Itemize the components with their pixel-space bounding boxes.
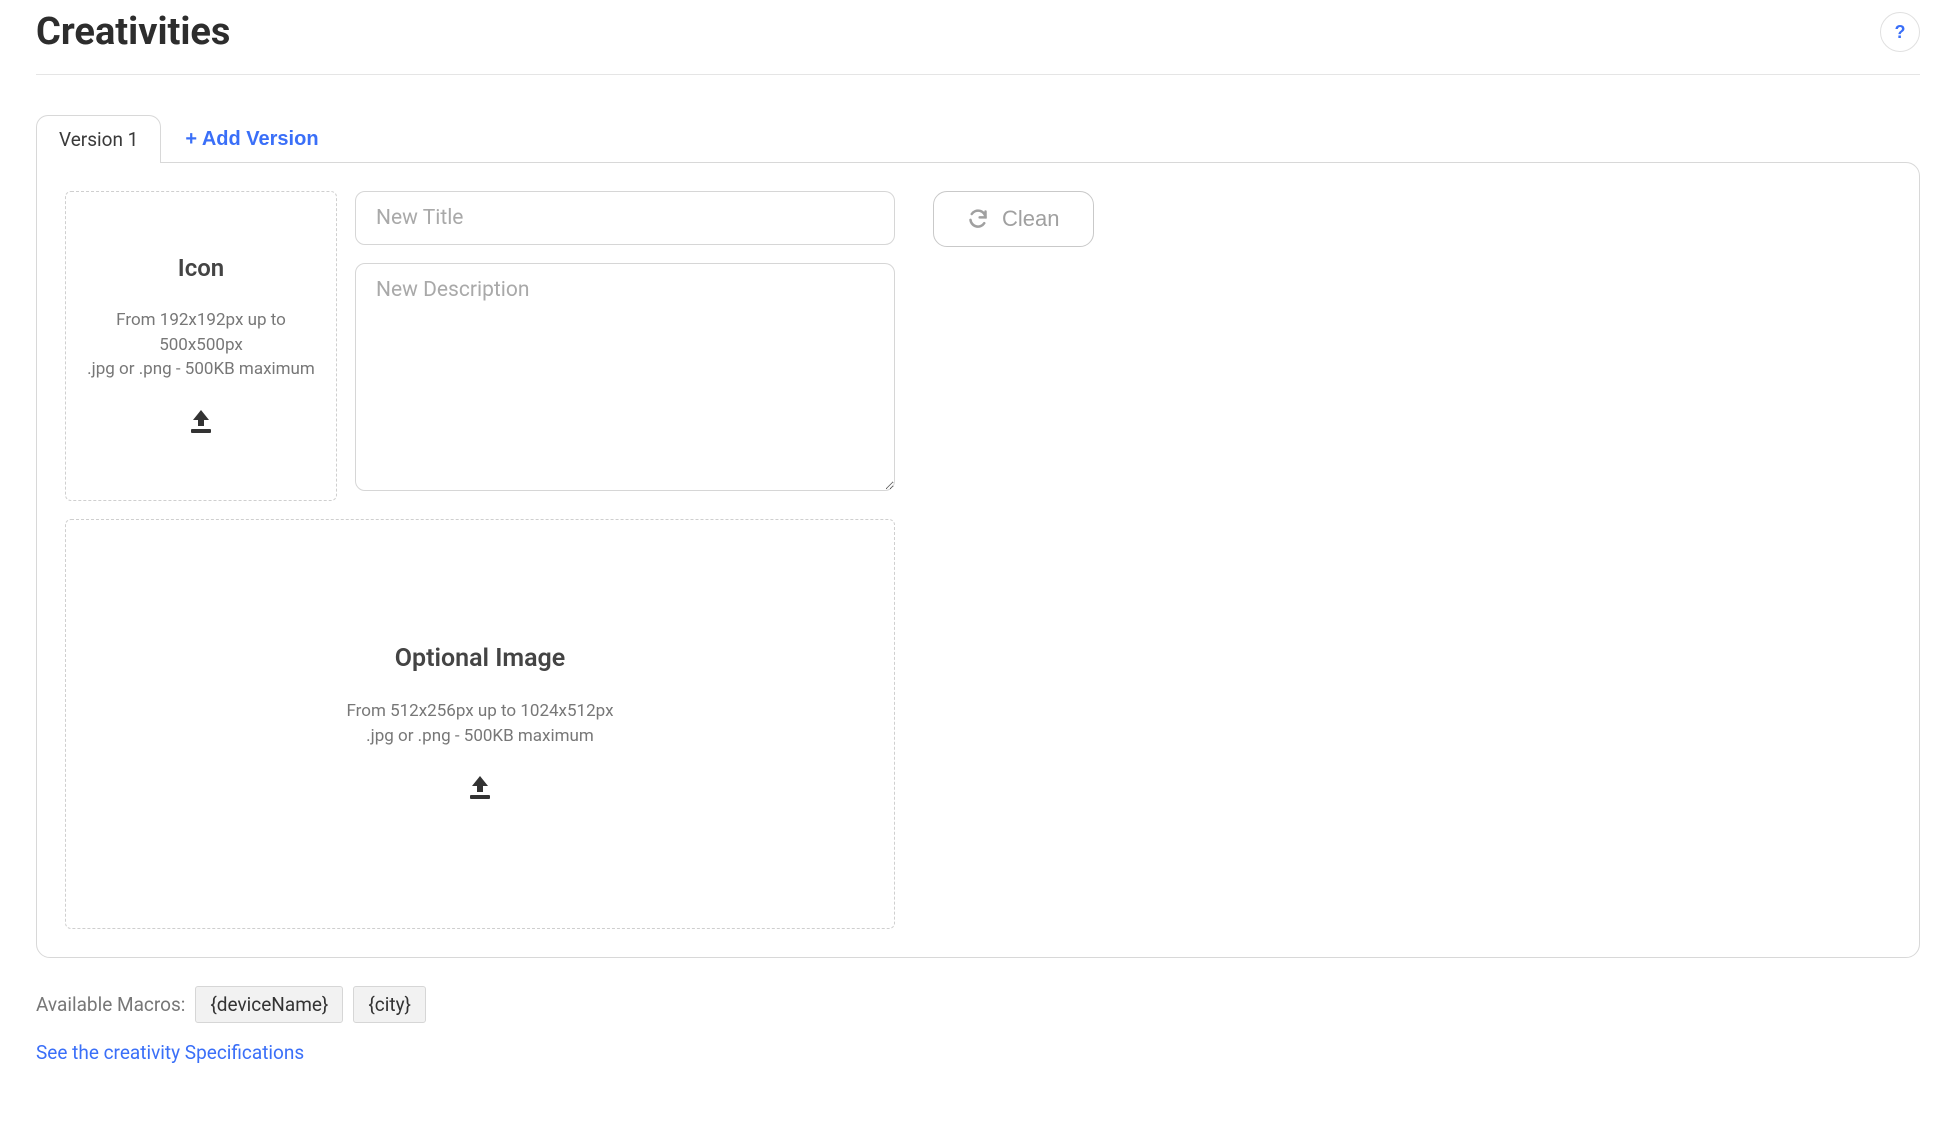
add-version-button[interactable]: + Add Version [161, 116, 342, 163]
optional-image-dropzone[interactable]: Optional Image From 512x256px up to 1024… [65, 519, 895, 929]
icon-upload-dropzone[interactable]: Icon From 192x192px up to 500x500px .jpg… [65, 191, 337, 501]
description-textarea[interactable] [355, 263, 895, 491]
version-panel: Icon From 192x192px up to 500x500px .jpg… [36, 162, 1920, 958]
upload-icon [187, 410, 215, 438]
icon-upload-title: Icon [178, 254, 224, 282]
refresh-icon [968, 209, 988, 229]
icon-upload-spec: From 192x192px up to 500x500px .jpg or .… [84, 308, 318, 382]
tab-version-1[interactable]: Version 1 [36, 115, 161, 163]
title-input[interactable] [355, 191, 895, 245]
specifications-link[interactable]: See the creativity Specifications [36, 1041, 304, 1064]
question-icon: ? [1895, 22, 1906, 43]
clean-button[interactable]: Clean [933, 191, 1094, 247]
optional-image-title: Optional Image [395, 644, 565, 673]
macro-chip-devicename[interactable]: {deviceName} [195, 986, 343, 1023]
macros-label: Available Macros: [36, 993, 185, 1016]
upload-icon [466, 776, 494, 804]
clean-button-label: Clean [1002, 206, 1059, 232]
help-button[interactable]: ? [1880, 12, 1920, 52]
macro-chip-city[interactable]: {city} [353, 986, 426, 1023]
page-title: Creativities [36, 10, 230, 54]
optional-image-spec: From 512x256px up to 1024x512px .jpg or … [346, 699, 613, 748]
